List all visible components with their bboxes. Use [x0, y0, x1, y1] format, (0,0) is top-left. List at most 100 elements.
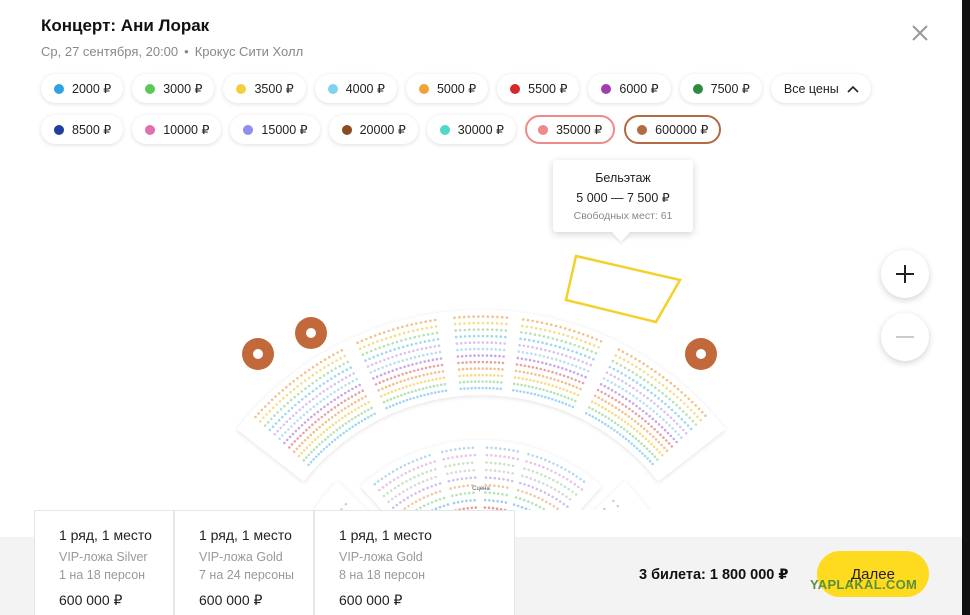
seat[interactable] [506, 478, 510, 482]
seat[interactable] [477, 386, 481, 390]
seat[interactable] [616, 431, 619, 434]
seat[interactable] [270, 398, 274, 402]
seat[interactable] [504, 329, 508, 332]
seat[interactable] [568, 369, 572, 373]
seat[interactable] [582, 333, 585, 336]
seat[interactable] [387, 370, 391, 374]
seat[interactable] [630, 355, 633, 358]
seat[interactable] [378, 381, 382, 384]
price-filter-chip[interactable]: 4000 ₽ [314, 74, 397, 103]
seat[interactable] [462, 380, 466, 384]
seat[interactable] [325, 445, 329, 449]
seat[interactable] [624, 437, 628, 441]
seat[interactable] [616, 423, 620, 427]
seat[interactable] [308, 443, 311, 447]
seat[interactable] [684, 394, 687, 397]
seat[interactable] [679, 399, 683, 402]
seat[interactable] [409, 370, 412, 374]
seat[interactable] [680, 391, 683, 394]
seat[interactable] [336, 396, 340, 399]
seat[interactable] [533, 393, 537, 396]
seat[interactable] [367, 401, 370, 404]
seat[interactable] [521, 490, 524, 493]
seat[interactable] [296, 385, 300, 388]
seat[interactable] [493, 469, 497, 473]
seat[interactable] [588, 413, 591, 417]
seat[interactable] [491, 321, 494, 325]
seat[interactable] [516, 383, 520, 386]
seat[interactable] [671, 400, 675, 404]
seat[interactable] [662, 436, 665, 439]
seat[interactable] [547, 336, 550, 339]
seat[interactable] [542, 355, 546, 358]
seat[interactable] [311, 365, 315, 369]
seat[interactable] [607, 424, 610, 428]
seat[interactable] [653, 455, 657, 459]
seat[interactable] [568, 383, 571, 386]
seat[interactable] [641, 434, 645, 438]
seat[interactable] [583, 368, 586, 371]
seat[interactable] [639, 391, 642, 395]
seat[interactable] [382, 494, 386, 498]
seat[interactable] [302, 431, 305, 435]
seat[interactable] [666, 431, 670, 435]
seat[interactable] [344, 384, 347, 387]
seat[interactable] [604, 392, 607, 396]
seat[interactable] [307, 368, 311, 372]
seat[interactable] [281, 434, 284, 437]
seat[interactable] [492, 374, 496, 377]
seat[interactable] [660, 399, 664, 403]
seat[interactable] [481, 354, 485, 357]
seat[interactable] [551, 495, 554, 499]
seat[interactable] [303, 379, 307, 382]
seat[interactable] [397, 374, 401, 377]
seat[interactable] [381, 387, 384, 390]
seat[interactable] [415, 458, 419, 462]
seat[interactable] [567, 396, 570, 400]
seat[interactable] [416, 368, 420, 372]
seat[interactable] [433, 391, 437, 394]
seat[interactable] [389, 349, 392, 353]
seat[interactable] [520, 383, 523, 387]
seat[interactable] [668, 424, 671, 427]
seat[interactable] [378, 332, 382, 336]
seat[interactable] [438, 505, 442, 509]
seat[interactable] [556, 464, 559, 467]
seat[interactable] [278, 437, 281, 441]
seat[interactable] [419, 506, 422, 510]
seat[interactable] [312, 405, 316, 408]
seat[interactable] [563, 360, 566, 364]
seat[interactable] [564, 368, 568, 371]
seat[interactable] [437, 370, 441, 374]
seat[interactable] [533, 478, 537, 482]
seat[interactable] [591, 407, 594, 411]
seat[interactable] [675, 403, 678, 407]
seat[interactable] [323, 366, 326, 369]
seat[interactable] [677, 433, 680, 436]
seat[interactable] [551, 337, 555, 340]
seat[interactable] [624, 412, 627, 416]
seat[interactable] [538, 334, 541, 337]
seat[interactable] [442, 376, 446, 380]
seat[interactable] [534, 373, 537, 376]
seat[interactable] [497, 361, 501, 364]
seat[interactable] [481, 315, 485, 318]
seat[interactable] [594, 417, 598, 420]
seat[interactable] [468, 341, 472, 344]
seat[interactable] [329, 393, 333, 396]
seat[interactable] [469, 354, 472, 357]
seat[interactable] [355, 377, 359, 381]
seat[interactable] [340, 409, 344, 412]
seat[interactable] [322, 397, 326, 401]
seat[interactable] [403, 463, 407, 467]
seat[interactable] [505, 316, 509, 319]
seat[interactable] [575, 351, 578, 354]
seat[interactable] [315, 445, 319, 449]
seat[interactable] [584, 340, 587, 344]
seat[interactable] [522, 370, 526, 374]
seat[interactable] [531, 346, 534, 349]
seat[interactable] [518, 343, 521, 347]
seat[interactable] [613, 421, 617, 425]
seat[interactable] [389, 376, 393, 380]
seat[interactable] [657, 389, 661, 392]
